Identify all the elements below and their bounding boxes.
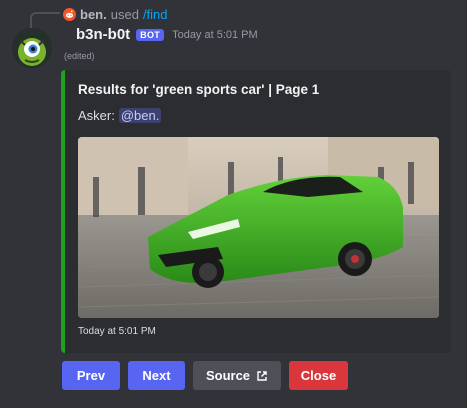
reddit-avatar-icon <box>63 7 76 21</box>
result-image[interactable] <box>78 137 439 318</box>
source-button-label: Source <box>205 368 251 383</box>
prev-button[interactable]: Prev <box>62 361 120 390</box>
external-link-icon <box>256 370 268 382</box>
bot-username[interactable]: b3n-b0t <box>76 26 130 43</box>
message-header: b3n-b0t BOT Today at 5:01 PM <box>76 26 258 43</box>
asker-label: Asker: <box>78 108 115 123</box>
embed-footer: Today at 5:01 PM <box>78 326 156 337</box>
message-timestamp[interactable]: Today at 5:01 PM <box>172 29 258 41</box>
bot-avatar[interactable] <box>12 28 52 68</box>
command-name[interactable]: /find <box>143 7 168 22</box>
command-user[interactable]: ben. <box>80 7 107 22</box>
pagination-controls: Prev Next Source Close <box>62 361 348 390</box>
source-button[interactable]: Source <box>193 361 281 390</box>
command-verb: used <box>110 6 139 22</box>
asker-mention[interactable]: @ben. <box>118 108 162 123</box>
embed-title: Results for 'green sports car' | Page 1 <box>78 82 320 97</box>
command-invocation[interactable]: ben. used /find <box>63 5 168 23</box>
next-button[interactable]: Next <box>128 361 185 390</box>
result-embed: Results for 'green sports car' | Page 1 … <box>61 70 451 353</box>
bot-badge: BOT <box>136 28 165 41</box>
embed-description: Asker: @ben. <box>78 108 162 123</box>
edited-marker: (edited) <box>64 51 95 61</box>
reply-connector <box>30 12 60 28</box>
close-button[interactable]: Close <box>289 361 348 390</box>
